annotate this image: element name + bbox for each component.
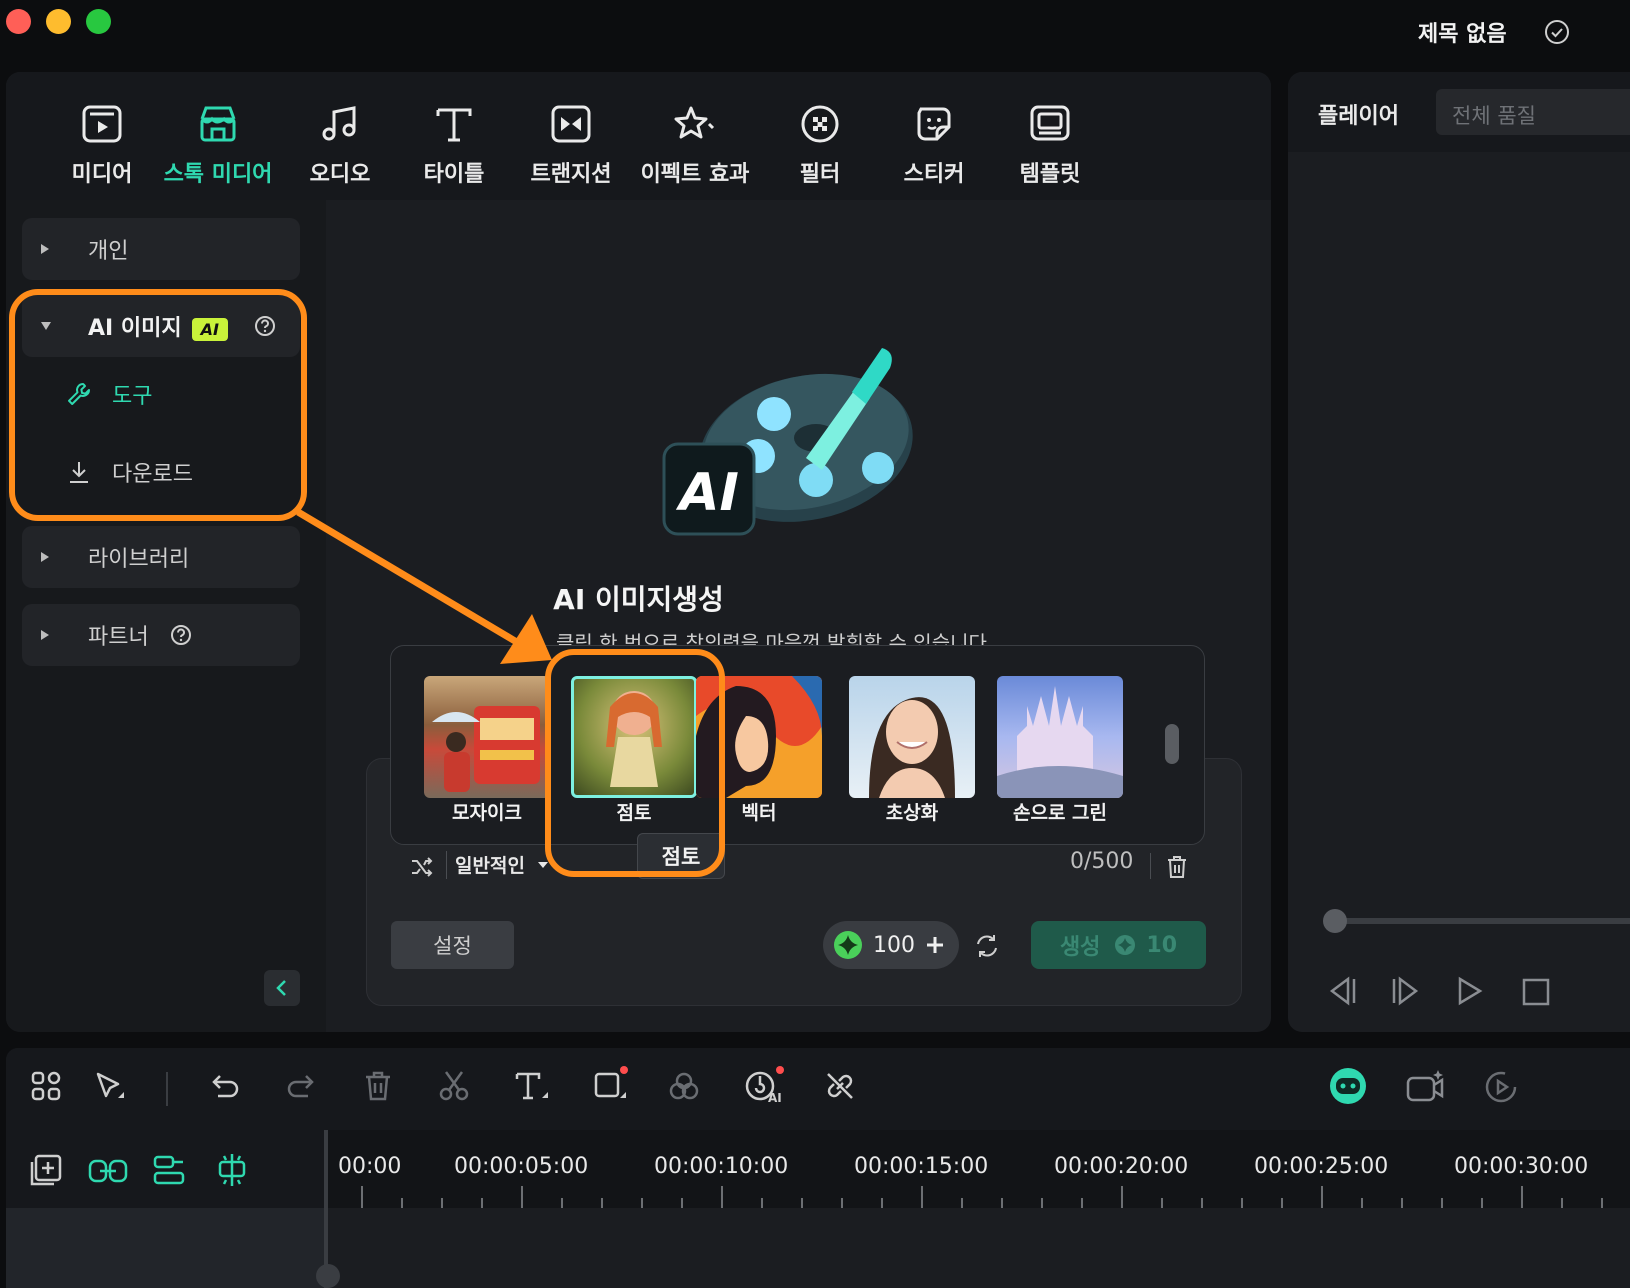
play-icon[interactable] <box>1456 976 1484 1006</box>
redo-icon[interactable] <box>286 1070 318 1102</box>
timecode: 00:00:25:00 <box>1254 1154 1389 1179</box>
quality-select[interactable]: 전체 품질 <box>1436 89 1630 135</box>
unlink-icon[interactable] <box>824 1070 856 1102</box>
timeline-toolbar: AI <box>6 1048 1630 1130</box>
playhead-handle[interactable] <box>316 1264 340 1288</box>
player-seek-track[interactable] <box>1334 918 1630 924</box>
next-frame-icon[interactable] <box>1390 976 1422 1006</box>
layout-grid-icon[interactable] <box>30 1070 62 1102</box>
divider <box>166 1072 168 1106</box>
timeline-panel: AI 00:00 00:00:05:00 00:00:10:00 00:00:1… <box>6 1048 1630 1288</box>
timecode: 00:00:20:00 <box>1054 1154 1189 1179</box>
text-tool-icon[interactable] <box>514 1070 550 1102</box>
scissors-icon[interactable] <box>438 1070 470 1102</box>
timecode: 00:00:10:00 <box>654 1154 789 1179</box>
add-track-icon[interactable] <box>28 1154 62 1188</box>
timecode: 00:00:15:00 <box>854 1154 989 1179</box>
undo-icon[interactable] <box>208 1070 240 1102</box>
previous-frame-icon[interactable] <box>1326 976 1358 1006</box>
timecode: 00:00 <box>338 1154 402 1179</box>
time-ruler[interactable]: 00:00 00:00:05:00 00:00:10:00 00:00:15:0… <box>326 1130 1630 1208</box>
crop-shape-icon[interactable] <box>592 1064 632 1104</box>
color-blend-icon[interactable] <box>668 1070 700 1102</box>
play-circle-icon[interactable] <box>1484 1070 1518 1104</box>
player-header: 플레이어 전체 품질 <box>1288 72 1630 152</box>
timecode: 00:00:30:00 <box>1454 1154 1589 1179</box>
select-cursor-icon[interactable] <box>94 1070 130 1102</box>
player-panel: 플레이어 전체 품질 <box>1288 72 1630 1032</box>
track-layout-icon[interactable] <box>152 1154 186 1188</box>
delete-icon[interactable] <box>364 1070 392 1102</box>
stop-icon[interactable] <box>1522 978 1550 1006</box>
player-title: 플레이어 <box>1318 104 1399 129</box>
link-clips-icon[interactable] <box>88 1156 128 1186</box>
snap-magnet-icon[interactable] <box>214 1152 250 1188</box>
track-header <box>6 1208 326 1288</box>
seek-handle[interactable] <box>1323 909 1347 933</box>
svg-text:AI: AI <box>768 1091 782 1104</box>
ruler-ticks <box>361 1186 1603 1208</box>
timecode: 00:00:05:00 <box>454 1154 589 1179</box>
ai-video-camera-icon[interactable] <box>1406 1070 1446 1104</box>
track-controls <box>6 1130 326 1208</box>
ai-robot-icon[interactable] <box>1328 1066 1368 1106</box>
ai-audio-icon[interactable]: AI <box>742 1064 786 1104</box>
